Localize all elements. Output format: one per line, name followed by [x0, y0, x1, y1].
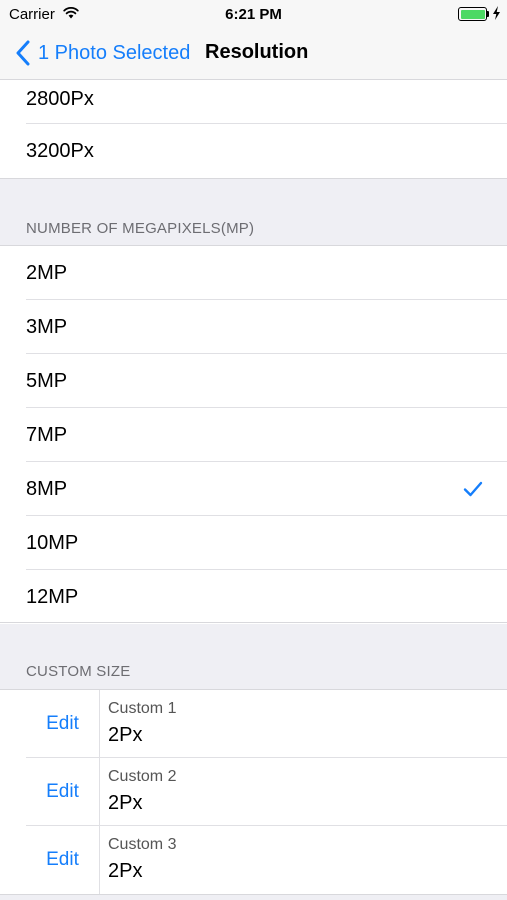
list-item-label: 8MP — [26, 478, 68, 500]
charging-bolt-icon — [493, 6, 500, 20]
battery-cap — [487, 11, 489, 17]
divider — [0, 178, 507, 179]
list-item-label: 3200Px — [26, 140, 94, 162]
list-item-5mp[interactable]: 5MP — [0, 354, 507, 408]
divider — [0, 894, 507, 895]
custom-size-group: Edit Custom 1 2Px Edit Custom 2 2Px Edit… — [0, 690, 507, 894]
list-item-3mp[interactable]: 3MP — [0, 300, 507, 354]
list-item-label: 3MP — [26, 316, 68, 338]
custom-size-value: 2Px — [108, 792, 143, 814]
list-item-2mp[interactable]: 2MP — [0, 246, 507, 300]
list-item-7mp[interactable]: 7MP — [0, 408, 507, 462]
custom-size-name: Custom 1 — [108, 700, 177, 717]
custom-size-value: 2Px — [108, 724, 143, 746]
vertical-divider — [99, 758, 100, 826]
list-item-10mp[interactable]: 10MP — [0, 516, 507, 570]
list-item-2800px[interactable]: 2800Px — [0, 80, 507, 124]
list-item-label: 12MP — [26, 586, 79, 608]
list-item-label: 2MP — [26, 262, 68, 284]
navigation-bar: 1 Photo Selected Resolution — [0, 28, 507, 80]
custom-size-row-3: Edit Custom 3 2Px — [0, 826, 507, 894]
status-bar: Carrier 6:21 PM — [0, 0, 507, 28]
section-header-custom-size: CUSTOM SIZE — [26, 663, 131, 680]
checkmark-icon — [463, 481, 483, 497]
edit-button[interactable]: Edit — [26, 758, 99, 826]
custom-size-value: 2Px — [108, 860, 143, 882]
custom-size-name: Custom 3 — [108, 836, 177, 853]
list-item-label: 2800Px — [26, 88, 94, 110]
custom-size-row-1: Edit Custom 1 2Px — [0, 690, 507, 758]
custom-size-row-2: Edit Custom 2 2Px — [0, 758, 507, 826]
clock: 6:21 PM — [225, 6, 282, 23]
custom-size-name: Custom 2 — [108, 768, 177, 785]
divider — [0, 622, 507, 623]
chevron-left-icon — [16, 40, 30, 66]
back-button-label: 1 Photo Selected — [38, 41, 191, 64]
edit-button[interactable]: Edit — [26, 690, 99, 758]
list-item-12mp[interactable]: 12MP — [0, 570, 507, 624]
page-title: Resolution — [205, 41, 309, 63]
list-item-3200px[interactable]: 3200Px — [0, 124, 507, 178]
edit-button[interactable]: Edit — [26, 826, 99, 894]
megapixel-options-group: 2MP 3MP 5MP 7MP 8MP 10MP 12MP — [0, 246, 507, 624]
list-item-label: 10MP — [26, 532, 79, 554]
list-item-8mp-selected[interactable]: 8MP — [0, 462, 507, 516]
back-button[interactable]: 1 Photo Selected — [14, 38, 190, 68]
vertical-divider — [99, 826, 100, 894]
pixel-options-group: 2800Px 3200Px — [0, 80, 507, 178]
list-item-label: 7MP — [26, 424, 68, 446]
list-item-label: 5MP — [26, 370, 68, 392]
vertical-divider — [99, 690, 100, 758]
section-header-megapixels: NUMBER OF MEGAPIXELS(MP) — [26, 220, 255, 237]
battery-icon — [458, 7, 487, 21]
